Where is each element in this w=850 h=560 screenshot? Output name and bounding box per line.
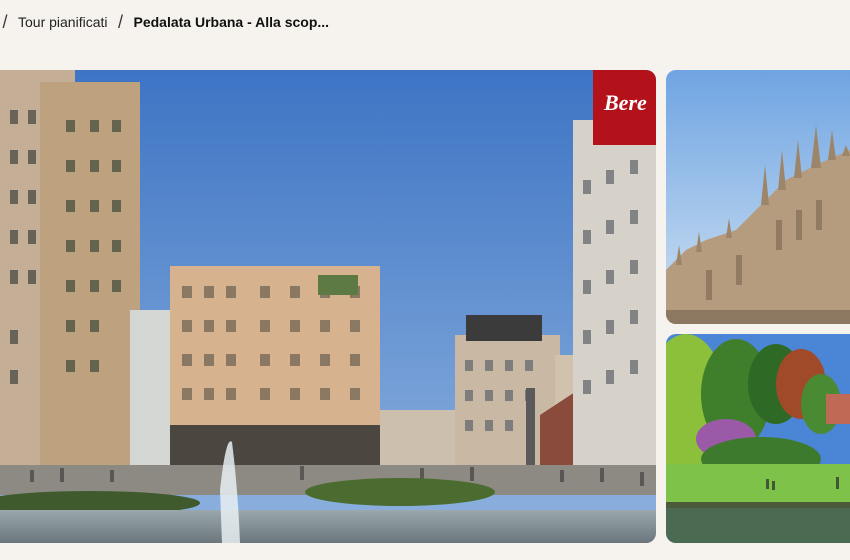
- cathedral-photo[interactable]: [666, 70, 850, 324]
- photo-gallery: Bere: [0, 70, 850, 543]
- billboard-sign-text: Bere: [603, 90, 647, 115]
- city-square-photo: Bere: [0, 70, 656, 543]
- duomo-cathedral-image: [666, 70, 850, 324]
- breadcrumb: / Tour pianificati / Pedalata Urbana - A…: [0, 0, 329, 44]
- breadcrumb-current-page: Pedalata Urbana - Alla scop...: [133, 14, 330, 30]
- breadcrumb-separator: /: [2, 11, 8, 32]
- breadcrumb-separator: /: [117, 11, 123, 32]
- park-lake-image: [666, 334, 850, 543]
- breadcrumb-link-tour-pianificati[interactable]: Tour pianificati: [18, 14, 108, 30]
- main-photo[interactable]: Bere: [0, 70, 656, 543]
- park-photo[interactable]: [666, 334, 850, 543]
